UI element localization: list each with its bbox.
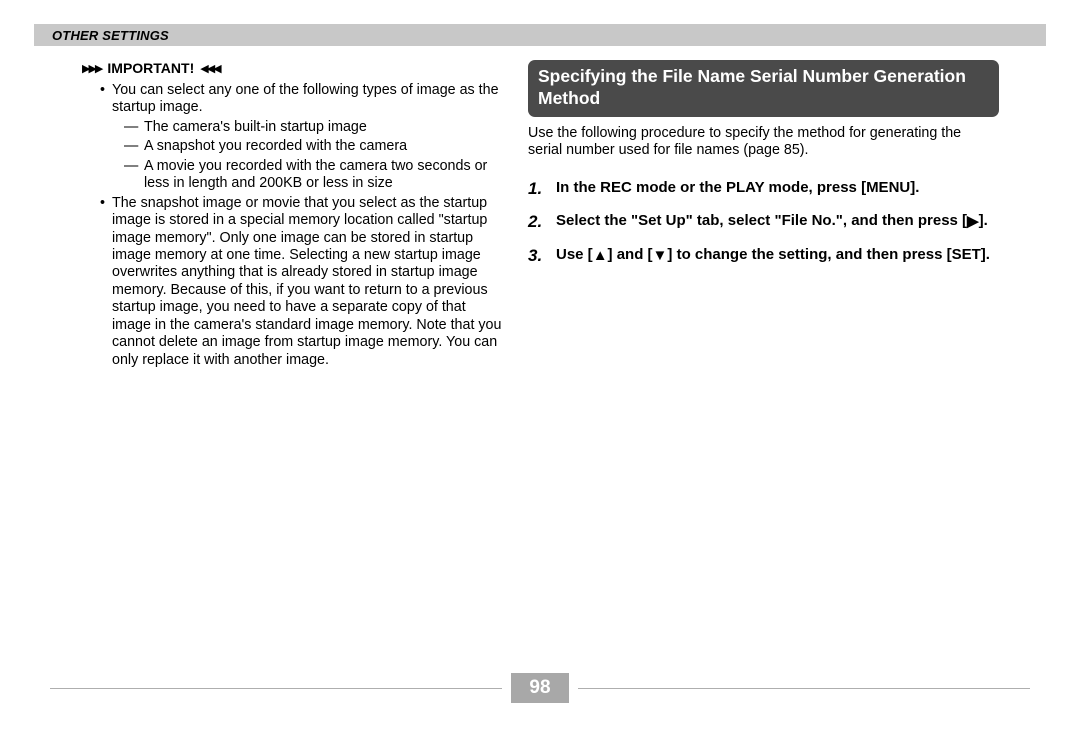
triangle-left-icon: ◀◀◀ (200, 62, 219, 75)
page-number-box: 98 (511, 673, 569, 703)
page-frame: OTHER SETTINGS ▶▶▶ IMPORTANT! ◀◀◀ You ca… (34, 24, 1046, 706)
dash-text: A movie you recorded with the camera two… (144, 158, 487, 191)
list-item: 1. In the REC mode or the PLAY mode, pre… (528, 178, 999, 197)
section-title-box: Specifying the File Name Serial Number G… (528, 60, 999, 117)
list-item: The snapshot image or movie that you sel… (100, 195, 504, 369)
triangle-down-icon: ▼ (653, 246, 668, 265)
step-2-part-a: Select the "Set Up" tab, select "File No… (556, 212, 967, 229)
list-item: A movie you recorded with the camera two… (124, 158, 504, 193)
section-intro: Use the following procedure to specify t… (528, 125, 999, 160)
footer-rule-left (50, 688, 502, 690)
triangle-right-icon: ▶ (967, 212, 979, 231)
step-3-part-a: Use [ (556, 246, 593, 263)
list-item: 3. Use [▲] and [▼] to change the setting… (528, 245, 999, 265)
bullet-text: The snapshot image or movie that you sel… (112, 195, 501, 368)
header-title: OTHER SETTINGS (52, 28, 169, 43)
dash-text: The camera's built-in startup image (144, 119, 367, 135)
important-heading: ▶▶▶ IMPORTANT! ◀◀◀ (82, 60, 504, 76)
step-text: Select the "Set Up" tab, select "File No… (556, 212, 988, 229)
list-item: A snapshot you recorded with the camera (124, 138, 504, 155)
page-number: 98 (529, 677, 550, 699)
dash-text: A snapshot you recorded with the camera (144, 138, 407, 154)
footer: 98 (34, 666, 1046, 706)
left-column: ▶▶▶ IMPORTANT! ◀◀◀ You can select any on… (34, 60, 514, 371)
triangle-right-icon: ▶▶▶ (82, 62, 101, 75)
step-3-part-c: ] to change the setting, and then press … (667, 246, 990, 263)
list-item: The camera's built-in startup image (124, 119, 504, 136)
content-columns: ▶▶▶ IMPORTANT! ◀◀◀ You can select any on… (34, 60, 1046, 371)
important-label: IMPORTANT! (107, 60, 194, 76)
dash-list: The camera's built-in startup image A sn… (124, 119, 504, 193)
triangle-up-icon: ▲ (593, 246, 608, 265)
important-bullet-list: You can select any one of the following … (100, 82, 504, 369)
footer-rule-right (578, 688, 1030, 690)
right-column: Specifying the File Name Serial Number G… (514, 60, 1009, 371)
numbered-steps: 1. In the REC mode or the PLAY mode, pre… (528, 178, 999, 266)
step-text: In the REC mode or the PLAY mode, press … (556, 179, 919, 196)
step-2-part-b: ]. (979, 212, 988, 229)
bullet-text: You can select any one of the following … (112, 82, 499, 115)
section-title: Specifying the File Name Serial Number G… (538, 66, 989, 110)
step-number: 3. (528, 245, 542, 267)
step-text: Use [▲] and [▼] to change the setting, a… (556, 246, 990, 263)
list-item: 2. Select the "Set Up" tab, select "File… (528, 211, 999, 231)
step-number: 1. (528, 178, 542, 200)
step-3-part-b: ] and [ (608, 246, 653, 263)
header-bar: OTHER SETTINGS (34, 24, 1046, 46)
list-item: You can select any one of the following … (100, 82, 504, 193)
step-number: 2. (528, 211, 542, 233)
